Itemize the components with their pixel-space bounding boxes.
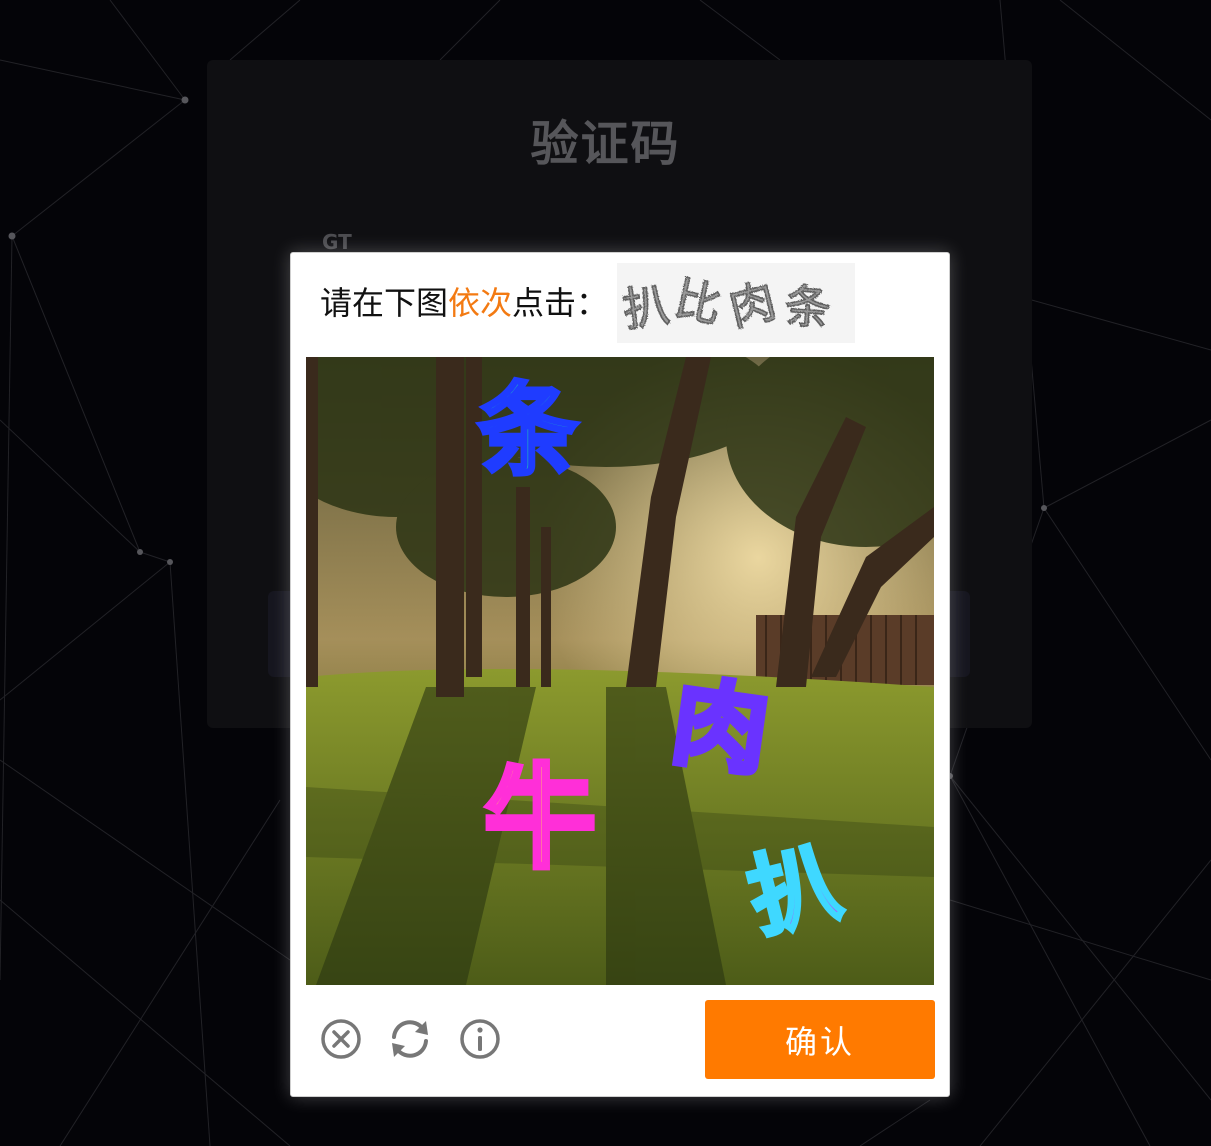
prompt-highlight: 依次 [448,284,513,322]
captcha-image[interactable]: 条 肉 牛 扒 [306,357,934,985]
target-char-2: 比 [670,271,726,333]
target-char-1: 扒 [619,277,672,337]
scene-char-2[interactable]: 肉 [663,663,779,792]
close-circle-icon[interactable] [319,1017,363,1061]
target-char-4: 条 [783,279,833,336]
target-char-3: 肉 [724,273,782,337]
confirm-button[interactable]: 确认 [705,1000,935,1079]
refresh-icon[interactable] [388,1017,432,1061]
scene-char-1[interactable]: 条 [476,370,580,491]
target-characters-image: 扒 比 肉 条 [617,263,855,343]
captcha-dialog: 请在下图依次点击： 扒 比 肉 条 条 肉 牛 扒 确认 [290,252,950,1097]
captcha-prompt: 请在下图依次点击： [320,283,608,323]
scene-char-3[interactable]: 牛 [482,752,599,887]
prompt-prefix: 请在下图 [320,284,449,322]
info-icon[interactable] [458,1017,502,1061]
prompt-suffix: 点击： [512,284,609,322]
